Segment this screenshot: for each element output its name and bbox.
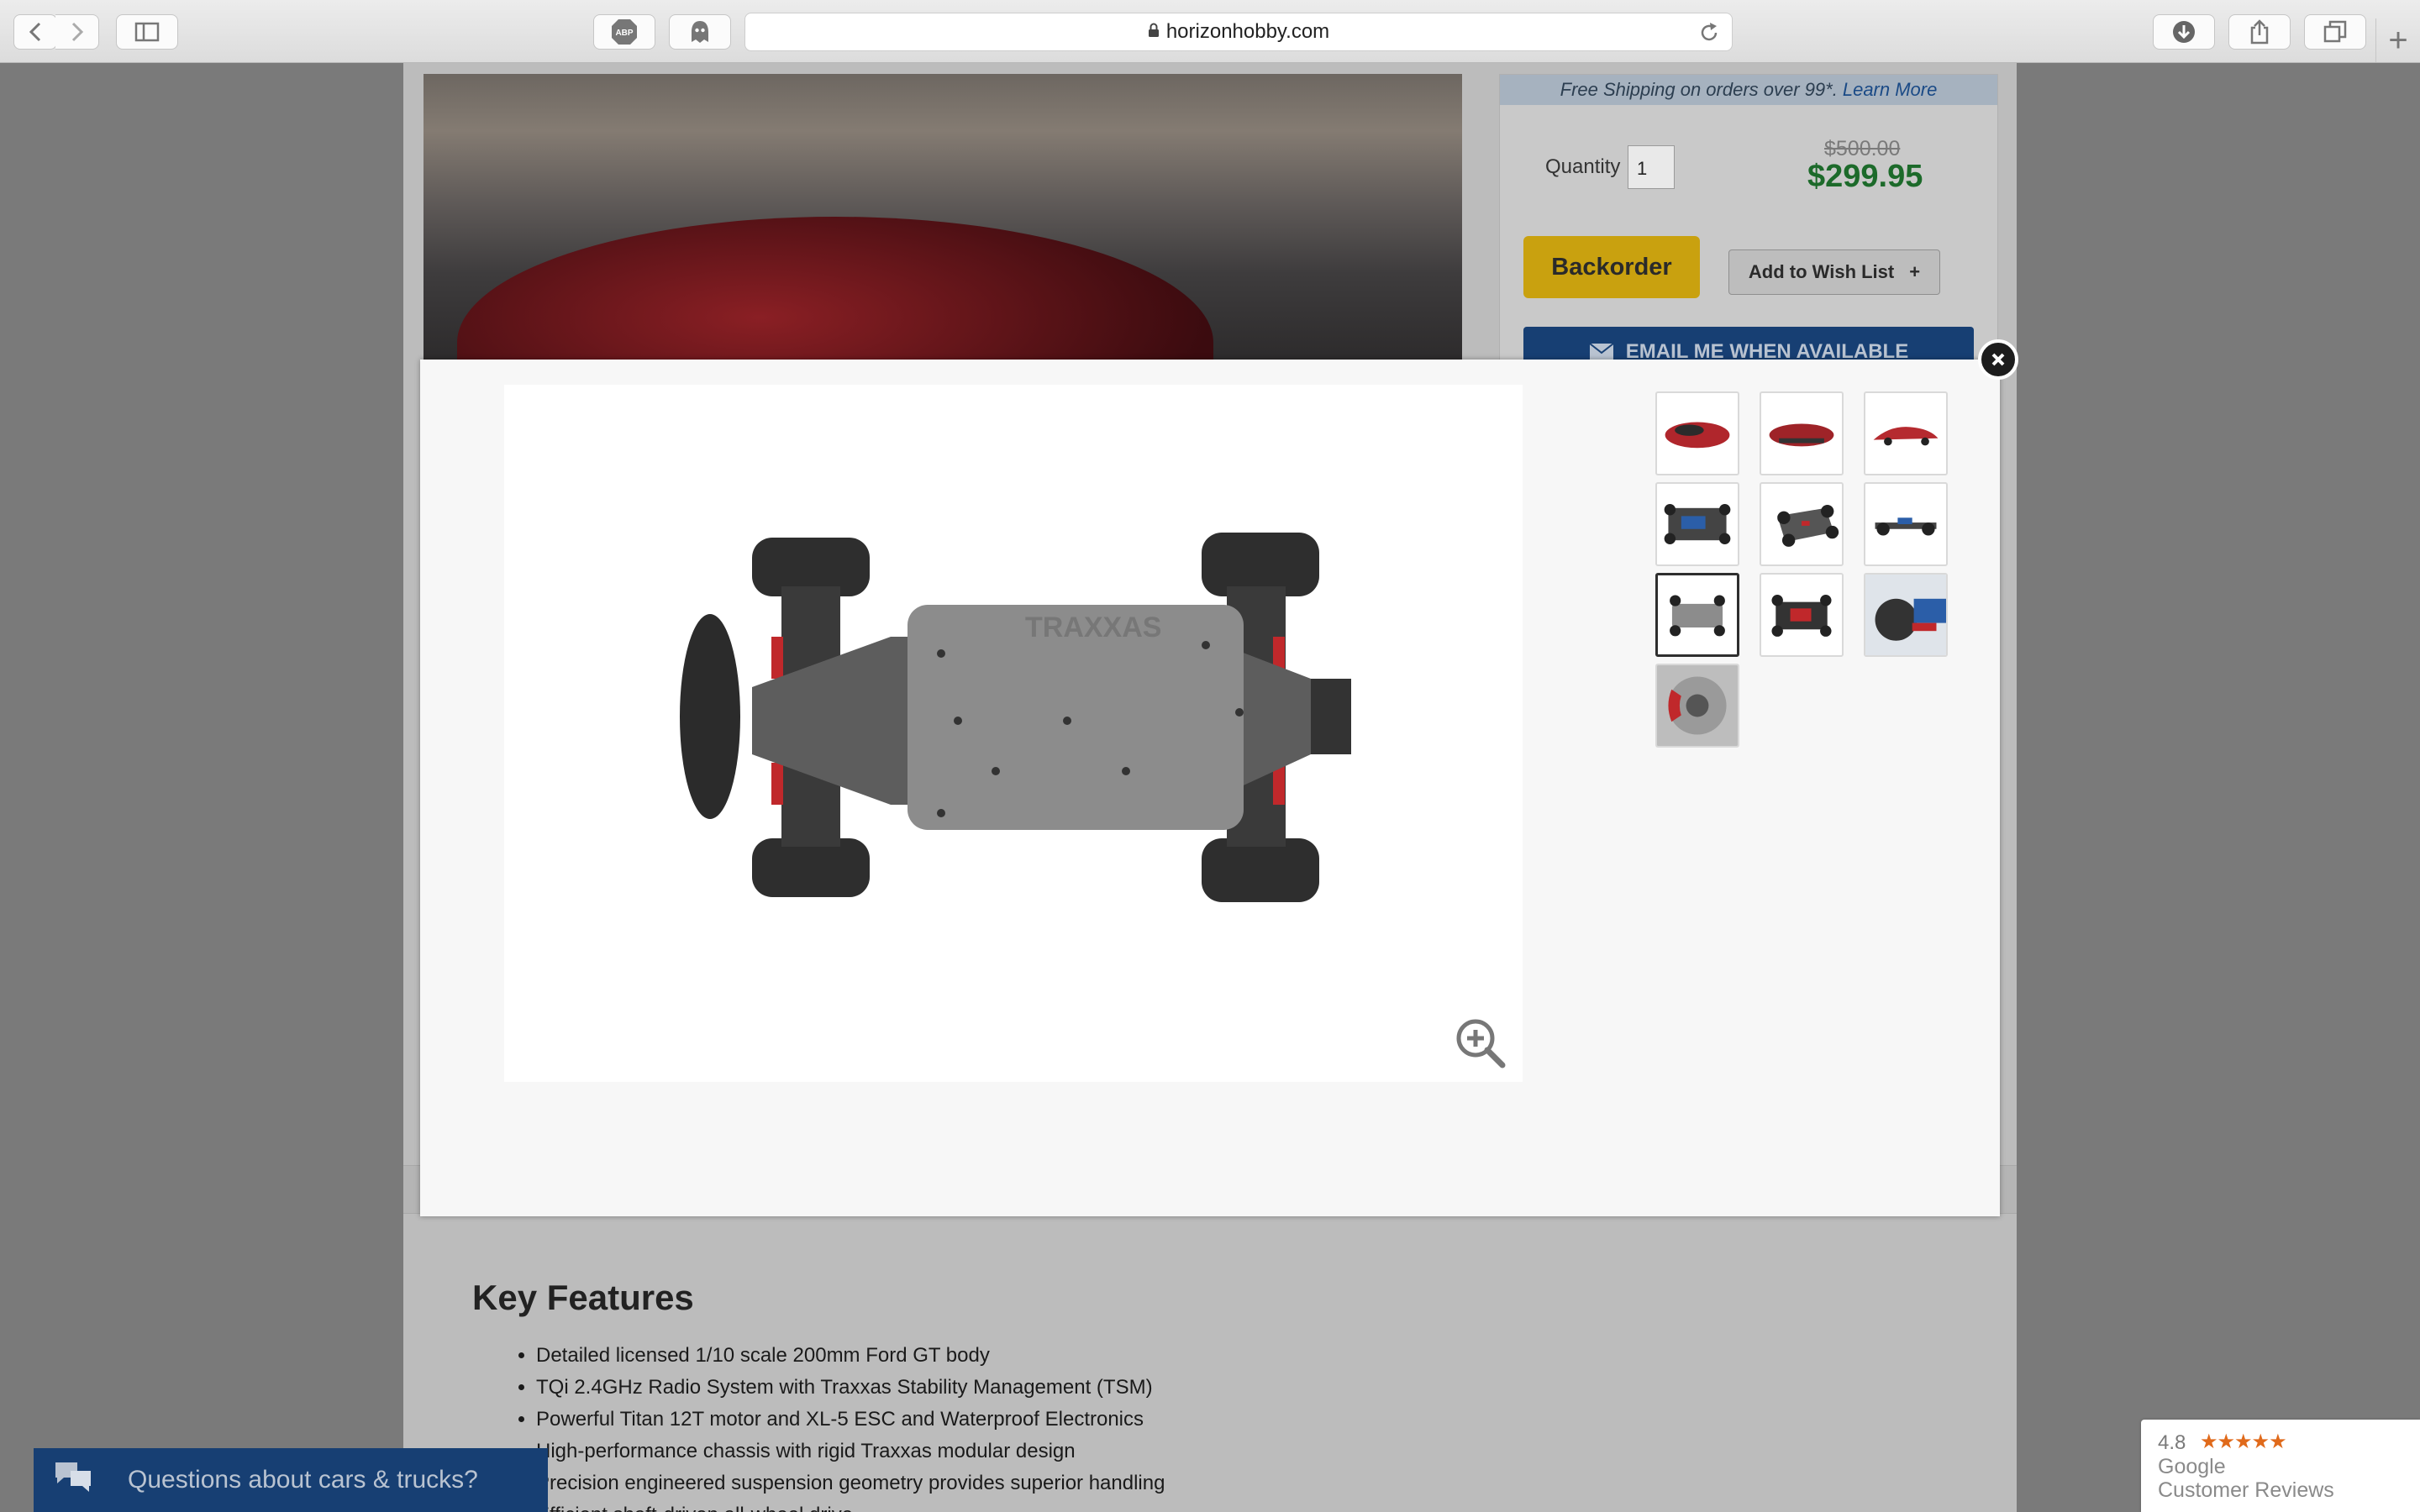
- chat-label: Questions about cars & trucks?: [128, 1466, 478, 1494]
- key-features-list: Detailed licensed 1/10 scale 200mm Ford …: [472, 1340, 1165, 1512]
- share-button[interactable]: [2228, 14, 2291, 50]
- sale-price: $299.95: [1807, 159, 1923, 194]
- thumbnail-body-front-angle[interactable]: [1655, 391, 1739, 475]
- sidebar-icon: [134, 22, 160, 42]
- chevron-left-icon: [29, 22, 41, 42]
- thumbnail-image: [1657, 665, 1738, 746]
- thumbnail-grid: [1655, 391, 1975, 748]
- plus-icon: +: [2388, 21, 2408, 59]
- car-silhouette: [457, 217, 1213, 360]
- thumbnail-image: [1665, 422, 1730, 449]
- tabs-button[interactable]: [2304, 14, 2366, 50]
- chat-widget[interactable]: Questions about cars & trucks?: [34, 1448, 548, 1512]
- sidebar-button[interactable]: [116, 14, 178, 50]
- learn-more-link[interactable]: Learn More: [1843, 79, 1938, 101]
- google-reviews-badge[interactable]: 4.8 ★★★★★ Google Customer Reviews: [2141, 1420, 2420, 1512]
- backorder-button[interactable]: Backorder: [1523, 236, 1700, 298]
- chassis-bottom-image: TRAXXAS: [680, 533, 1351, 902]
- quantity-value: 1: [1637, 158, 1648, 179]
- backorder-label: Backorder: [1551, 253, 1672, 281]
- thumbnail-body-rear-angle[interactable]: [1760, 391, 1844, 475]
- thumbnail-chassis-front-angle[interactable]: [1760, 482, 1844, 566]
- plus-icon: +: [1909, 261, 1921, 282]
- close-button[interactable]: [1978, 339, 2018, 380]
- downloads-button[interactable]: [2153, 14, 2215, 50]
- adblock-button[interactable]: ABP: [593, 14, 655, 50]
- list-item: TQi 2.4GHz Radio System with Traxxas Sta…: [536, 1372, 1165, 1404]
- star-rating-icon: ★★★★★: [2200, 1431, 2287, 1453]
- envelope-icon: [1589, 343, 1614, 360]
- thumbnail-image: [1664, 504, 1731, 544]
- close-icon: [1991, 353, 2005, 366]
- wishlist-label: Add to Wish List: [1748, 261, 1895, 282]
- back-button[interactable]: [13, 14, 57, 50]
- thumbnail-image: [1771, 595, 1832, 637]
- shipping-banner: Free Shipping on orders over 99*. Learn …: [1500, 75, 1997, 105]
- new-tab-button[interactable]: +: [2375, 18, 2420, 62]
- thumbnail-image: [1777, 504, 1839, 547]
- thumbnail-image: [1865, 575, 1946, 655]
- share-icon: [2250, 19, 2269, 45]
- download-icon: [2173, 21, 2195, 43]
- google-brand: Google: [2158, 1455, 2226, 1478]
- tabs-icon: [2323, 20, 2347, 43]
- old-price: $500.00: [1824, 137, 1901, 160]
- url-text: horizonhobby.com: [1165, 20, 1330, 43]
- thumbnail-chassis-bottom[interactable]: [1655, 573, 1739, 657]
- hero-image: [424, 74, 1462, 360]
- svg-text:TRAXXAS: TRAXXAS: [1025, 612, 1161, 643]
- list-item: Detailed licensed 1/10 scale 200mm Ford …: [536, 1340, 1165, 1372]
- thumbnail-image: [1873, 427, 1939, 446]
- list-item: Powerful Titan 12T motor and XL-5 ESC an…: [536, 1404, 1165, 1436]
- browser-toolbar: ABP horizonhobby.com +: [0, 0, 2420, 63]
- review-rating: 4.8: [2158, 1431, 2186, 1454]
- forward-button[interactable]: [55, 14, 99, 50]
- main-product-image[interactable]: TRAXXAS: [504, 385, 1523, 1082]
- shipping-notice: Free Shipping on orders over 99*.: [1560, 79, 1838, 100]
- quantity-input[interactable]: 1: [1628, 145, 1675, 189]
- list-item: Precision engineered suspension geometry…: [536, 1467, 1165, 1499]
- ghostery-button[interactable]: [669, 14, 731, 50]
- customer-reviews-label: Customer Reviews: [2158, 1478, 2334, 1502]
- zoom-in-icon[interactable]: [1454, 1016, 1507, 1074]
- key-features-title: Key Features: [472, 1278, 694, 1317]
- chat-bubbles-icon: [52, 1459, 94, 1501]
- adblock-icon: ABP: [612, 19, 637, 45]
- thumbnail-chassis-top-angle[interactable]: [1655, 482, 1739, 566]
- thumbnail-suspension-detail[interactable]: [1864, 573, 1948, 657]
- thumbnail-image: [1769, 423, 1834, 447]
- adblock-label: ABP: [615, 29, 633, 38]
- reload-icon[interactable]: [1698, 22, 1720, 50]
- thumbnail-body-side[interactable]: [1864, 391, 1948, 475]
- thumbnail-image: [1875, 517, 1937, 536]
- ghost-icon: [692, 21, 708, 43]
- list-item: Efficient shaft-driven all-wheel drive: [536, 1499, 1165, 1512]
- add-to-wishlist-button[interactable]: Add to Wish List +: [1728, 249, 1940, 295]
- lock-icon: [1148, 20, 1160, 44]
- thumbnail-chassis-side[interactable]: [1864, 482, 1948, 566]
- quantity-label: Quantity: [1545, 155, 1621, 178]
- list-item: High-performance chassis with rigid Trax…: [536, 1436, 1165, 1467]
- image-gallery-modal: TRAXXAS: [420, 360, 2000, 1216]
- thumbnail-chassis-top[interactable]: [1760, 573, 1844, 657]
- thumbnail-brake-rotor-detail[interactable]: [1655, 664, 1739, 748]
- address-bar[interactable]: horizonhobby.com: [744, 13, 1733, 51]
- chevron-right-icon: [71, 22, 83, 42]
- thumbnail-image: [1670, 595, 1725, 637]
